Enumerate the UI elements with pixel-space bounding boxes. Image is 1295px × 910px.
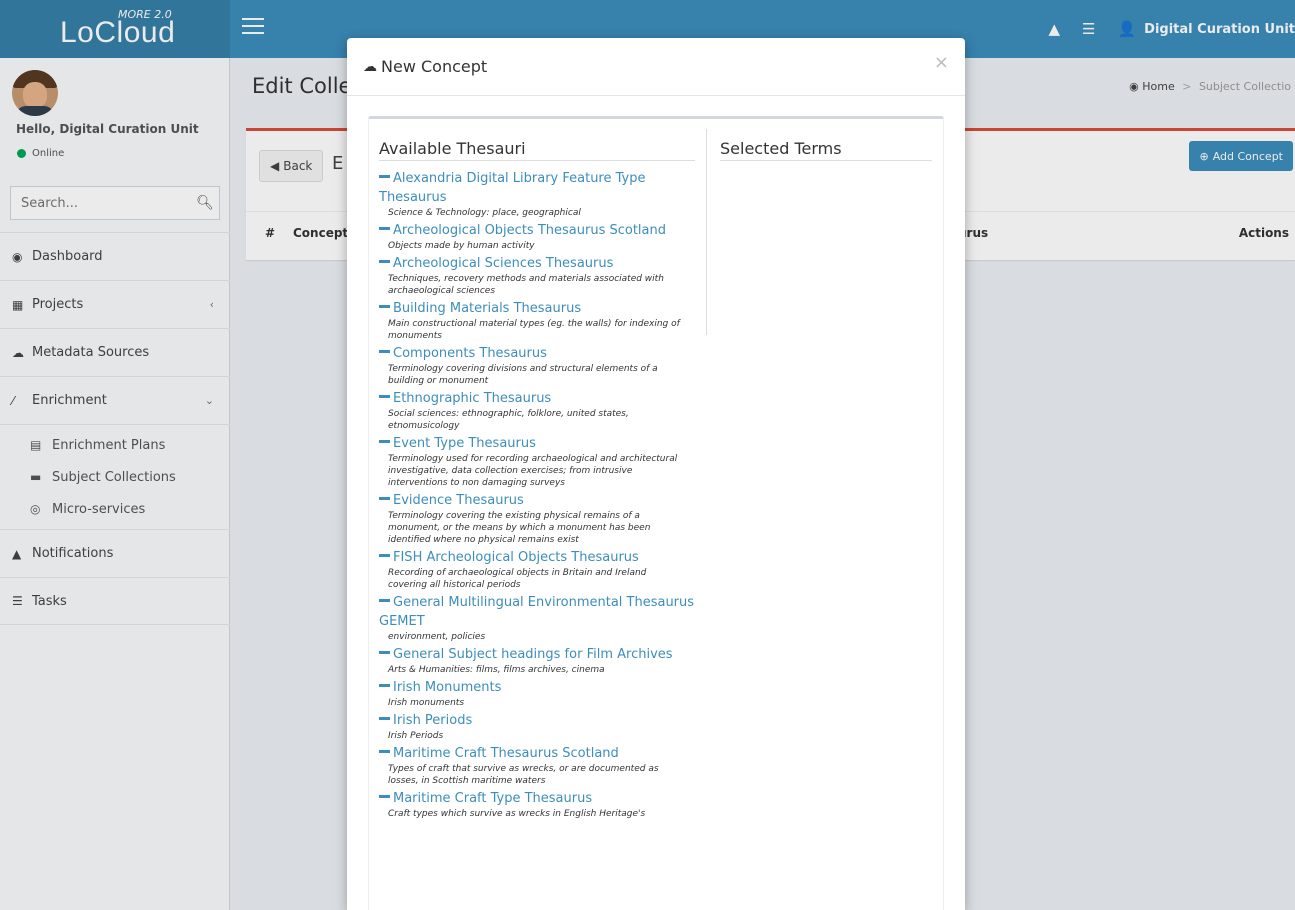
column-divider <box>706 129 707 335</box>
minus-icon <box>379 651 390 654</box>
thesaurus-item: General Subject headings for Film Archiv… <box>379 645 695 676</box>
thesaurus-item: Components Thesaurus Terminology covering… <box>379 344 695 387</box>
thesaurus-link[interactable]: FISH Archeological Objects Thesaurus <box>379 548 695 567</box>
thesaurus-item: Irish Monuments Irish monuments <box>379 678 695 709</box>
thesauri-list: Alexandria Digital Library Feature Type … <box>379 169 695 820</box>
thesaurus-link[interactable]: Irish Monuments <box>379 678 695 697</box>
available-thesauri: Available Thesauri Alexandria Digital Li… <box>379 139 695 822</box>
thesaurus-link[interactable]: Irish Periods <box>379 711 695 730</box>
thesaurus-link[interactable]: Event Type Thesaurus <box>379 434 695 453</box>
thesaurus-description: Recording of archaeological objects in B… <box>388 568 647 590</box>
thesaurus-description: Arts & Humanities: films, films archives… <box>388 665 605 675</box>
thesaurus-item: Alexandria Digital Library Feature Type … <box>379 169 695 219</box>
thesauri-panel: Available Thesauri Alexandria Digital Li… <box>368 116 944 910</box>
thesaurus-link[interactable]: Archeological Sciences Thesaurus <box>379 254 695 273</box>
thesaurus-description: Social sciences: ethnographic, folklore,… <box>388 409 629 431</box>
thesaurus-description: environment, policies <box>388 632 486 642</box>
minus-icon <box>379 350 390 353</box>
thesaurus-item: Maritime Craft Type Thesaurus Craft types… <box>379 789 695 820</box>
thesaurus-description: Terminology covering divisions and struc… <box>388 364 658 386</box>
thesaurus-item: Archeological Objects Thesaurus Scotland… <box>379 221 695 252</box>
new-concept-modal: ☁ New Concept × Available Thesauri Alexa… <box>347 38 965 910</box>
thesaurus-item: Irish Periods Irish Periods <box>379 711 695 742</box>
thesaurus-link[interactable]: Maritime Craft Thesaurus Scotland <box>379 744 695 763</box>
cloud-upload-icon: ☁ <box>363 58 377 75</box>
modal-header: ☁ New Concept × <box>347 38 965 96</box>
minus-icon <box>379 227 390 230</box>
modal-title: ☁ New Concept <box>363 57 488 76</box>
thesaurus-description: Objects made by human activity <box>388 241 535 251</box>
minus-icon <box>379 497 390 500</box>
thesaurus-link[interactable]: Maritime Craft Type Thesaurus <box>379 789 695 808</box>
thesaurus-link[interactable]: Ethnographic Thesaurus <box>379 389 695 408</box>
selected-terms: Selected Terms <box>720 139 932 169</box>
thesaurus-item: Evidence Thesaurus Terminology covering t… <box>379 491 695 546</box>
minus-icon <box>379 305 390 308</box>
minus-icon <box>379 554 390 557</box>
thesaurus-item: Ethnographic Thesaurus Social sciences: e… <box>379 389 695 432</box>
thesaurus-link[interactable]: Evidence Thesaurus <box>379 491 695 510</box>
minus-icon <box>379 717 390 720</box>
thesaurus-link[interactable]: General Subject headings for Film Archiv… <box>379 645 695 664</box>
thesaurus-description: Techniques, recovery methods and materia… <box>388 274 664 296</box>
thesaurus-description: Craft types which survive as wrecks in E… <box>388 809 646 819</box>
minus-icon <box>379 395 390 398</box>
minus-icon <box>379 440 390 443</box>
thesaurus-item: FISH Archeological Objects Thesaurus Reco… <box>379 548 695 591</box>
thesaurus-link[interactable]: Building Materials Thesaurus <box>379 299 695 318</box>
thesaurus-link[interactable]: Alexandria Digital Library Feature Type … <box>379 169 695 207</box>
thesaurus-item: General Multilingual Environmental Thesa… <box>379 593 695 643</box>
thesaurus-description: Main constructional material types (eg. … <box>388 319 680 341</box>
thesaurus-item: Maritime Craft Thesaurus Scotland Types o… <box>379 744 695 787</box>
minus-icon <box>379 684 390 687</box>
minus-icon <box>379 175 390 178</box>
thesaurus-description: Terminology covering the existing physic… <box>388 511 651 545</box>
minus-icon <box>379 750 390 753</box>
thesaurus-item: Event Type Thesaurus Terminology used for… <box>379 434 695 489</box>
thesaurus-description: Irish Periods <box>388 731 444 741</box>
minus-icon <box>379 795 390 798</box>
available-thesauri-heading: Available Thesauri <box>379 139 695 161</box>
thesaurus-link[interactable]: General Multilingual Environmental Thesa… <box>379 593 695 631</box>
close-icon[interactable]: × <box>934 52 949 73</box>
thesaurus-description: Irish monuments <box>388 698 465 708</box>
thesaurus-item: Building Materials Thesaurus Main constru… <box>379 299 695 342</box>
selected-terms-heading: Selected Terms <box>720 139 932 161</box>
thesaurus-description: Science & Technology: place, geographica… <box>388 208 581 218</box>
thesaurus-item: Archeological Sciences Thesaurus Techniqu… <box>379 254 695 297</box>
thesaurus-link[interactable]: Archeological Objects Thesaurus Scotland <box>379 221 695 240</box>
thesaurus-description: Types of craft that survive as wrecks, o… <box>388 764 659 786</box>
thesaurus-description: Terminology used for recording archaeolo… <box>388 454 678 488</box>
thesaurus-link[interactable]: Components Thesaurus <box>379 344 695 363</box>
minus-icon <box>379 599 390 602</box>
minus-icon <box>379 260 390 263</box>
